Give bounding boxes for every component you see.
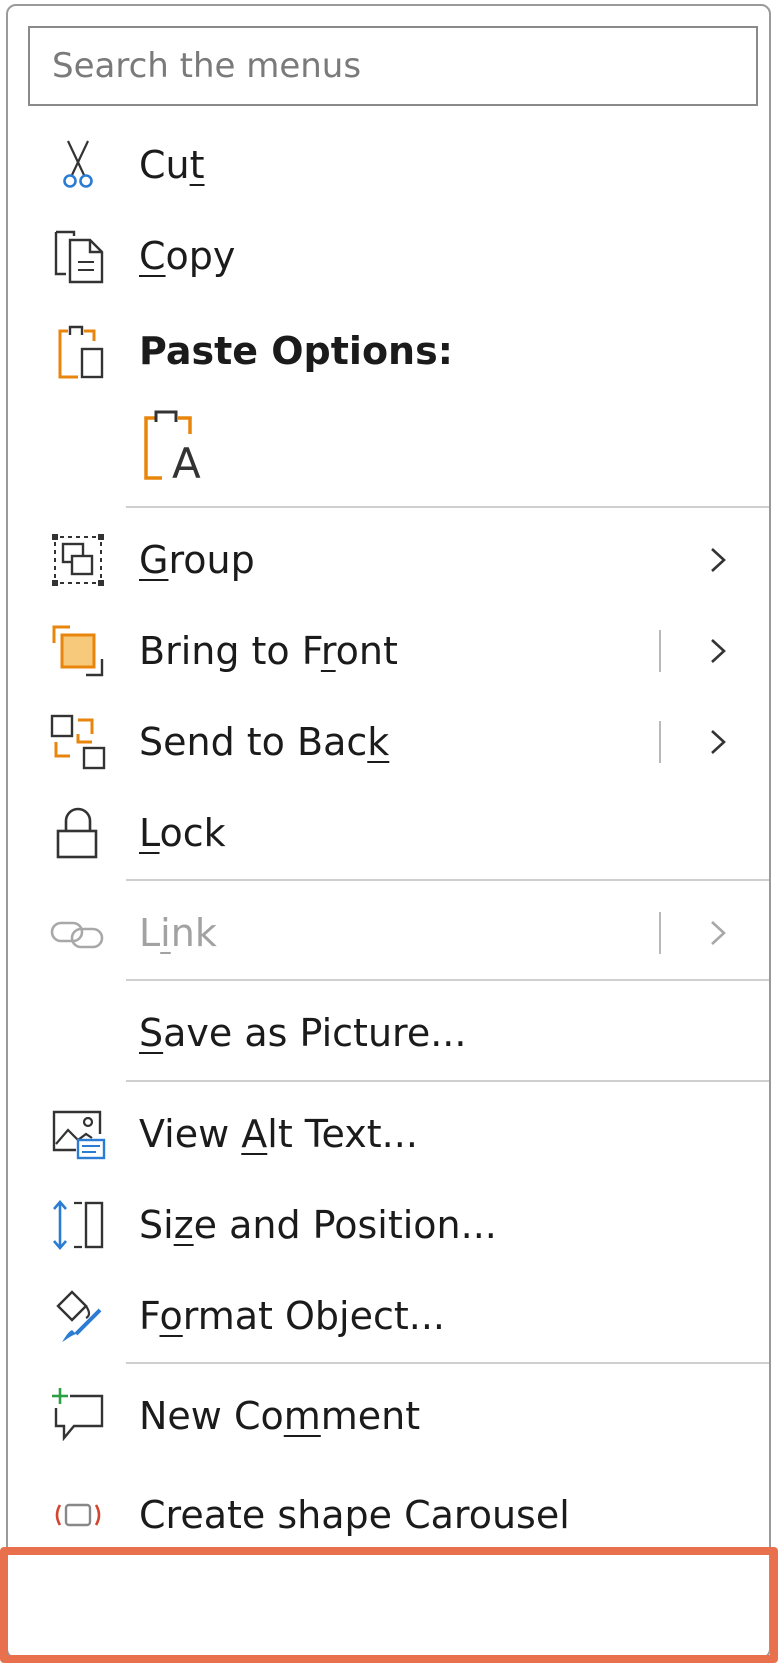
separator: [126, 1362, 769, 1364]
menu-item-copy[interactable]: Copy: [8, 209, 769, 303]
size-position-icon: [48, 1195, 108, 1255]
menu-item-label: Format Object...: [139, 1294, 445, 1338]
menu-item-label: Save as Picture...: [139, 1011, 467, 1055]
menu-item-label: Lock: [139, 811, 226, 855]
menu-item-size-and-position[interactable]: Size and Position...: [8, 1178, 769, 1272]
copy-icon: [48, 226, 108, 286]
menu-item-label: Send to Back: [139, 720, 390, 764]
new-comment-icon: [48, 1386, 108, 1446]
menu-item-label: Size and Position...: [139, 1203, 497, 1247]
menu-item-create-shape-carousel[interactable]: Create shape Carousel: [8, 1468, 769, 1562]
menu-item-view-alt-text[interactable]: View Alt Text...: [8, 1087, 769, 1181]
menu-item-paste-options: Paste Options:: [8, 304, 769, 398]
menu-item-label: Copy: [139, 234, 236, 278]
menu-item-label: Cut: [139, 143, 205, 187]
menu-item-label: Link: [139, 911, 217, 955]
menu-item-format-object[interactable]: Format Object...: [8, 1269, 769, 1363]
context-menu: Cut Copy: [6, 4, 771, 1659]
separator: [126, 1080, 769, 1082]
menu-item-cut[interactable]: Cut: [8, 118, 769, 212]
svg-text:A: A: [172, 439, 201, 488]
menu-item-new-comment[interactable]: New Comment: [8, 1369, 769, 1463]
alt-text-icon: [48, 1104, 108, 1164]
search-menus-input[interactable]: [28, 26, 758, 106]
lock-icon: [48, 803, 108, 863]
menu-item-label: Create shape Carousel: [139, 1493, 570, 1537]
group-icon: [48, 530, 108, 590]
chevron-right-icon: [703, 545, 733, 575]
chevron-right-icon[interactable]: [703, 727, 733, 757]
screen: Cut Copy: [0, 0, 778, 1663]
menu-item-label: View Alt Text...: [139, 1112, 418, 1156]
chevron-right-icon: [703, 918, 733, 948]
split-divider: [659, 721, 661, 763]
split-divider: [659, 912, 661, 954]
chevron-right-icon[interactable]: [703, 636, 733, 666]
paste-keep-text-only-button[interactable]: A: [138, 406, 220, 498]
separator: [126, 879, 769, 881]
menu-item-label: Bring to Front: [139, 629, 398, 673]
clipboard-icon: [48, 321, 108, 381]
paste-keep-text-only-icon: A: [144, 410, 201, 488]
split-divider: [659, 630, 661, 672]
menu-item-label: Paste Options:: [139, 329, 453, 373]
menu-item-send-to-back[interactable]: Send to Back: [8, 695, 769, 789]
scissors-icon: [48, 135, 108, 195]
menu-item-bring-to-front[interactable]: Bring to Front: [8, 604, 769, 698]
menu-item-group[interactable]: Group: [8, 513, 769, 607]
menu-item-save-as-picture[interactable]: Save as Picture...: [8, 986, 769, 1080]
carousel-icon: [48, 1485, 108, 1545]
link-icon: [48, 903, 108, 963]
menu-item-label: Group: [139, 538, 255, 582]
separator: [126, 506, 769, 508]
format-object-icon: [48, 1286, 108, 1346]
menu-item-link[interactable]: Link: [8, 886, 769, 980]
send-to-back-icon: [48, 712, 108, 772]
menu-item-lock[interactable]: Lock: [8, 786, 769, 880]
bring-to-front-icon: [48, 621, 108, 681]
separator: [126, 979, 769, 981]
menu-item-label: New Comment: [139, 1394, 421, 1438]
